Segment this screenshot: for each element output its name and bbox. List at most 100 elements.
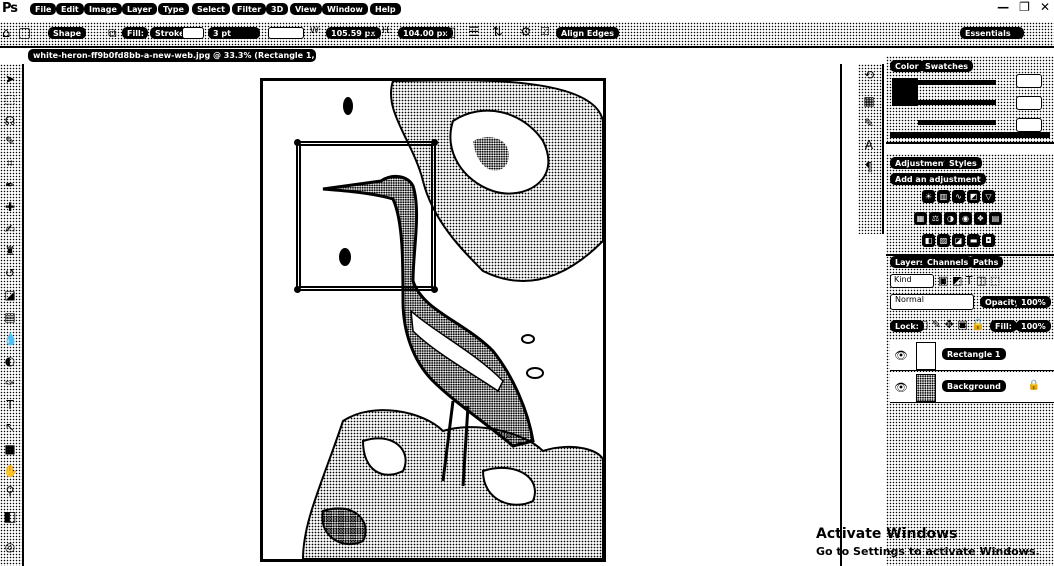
minimize-icon[interactable]: — bbox=[997, 0, 1009, 14]
green-value-field[interactable] bbox=[1016, 96, 1042, 110]
threshold-icon[interactable]: ◪ bbox=[952, 234, 965, 247]
layer-name[interactable]: Background bbox=[942, 380, 1006, 392]
green-slider[interactable] bbox=[918, 100, 996, 105]
healing-brush-tool-icon[interactable]: ✚ bbox=[3, 200, 17, 214]
menu-type[interactable]: Type bbox=[158, 3, 189, 15]
menu-view[interactable]: View bbox=[290, 3, 322, 15]
document-tab[interactable]: white-heron-ff9b0fd8bb-a-new-web.jpg @ 3… bbox=[28, 49, 328, 75]
color-ramp[interactable] bbox=[890, 132, 1050, 138]
tab-color[interactable]: Color bbox=[890, 60, 924, 72]
history-brush-tool-icon[interactable]: ↺ bbox=[3, 266, 17, 280]
gradient-map-icon[interactable]: ▬ bbox=[967, 234, 980, 247]
tab-styles[interactable]: Styles bbox=[944, 157, 982, 169]
tab-swatches[interactable]: Swatches bbox=[920, 60, 973, 72]
menu-window[interactable]: Window bbox=[322, 3, 368, 15]
gradient-tool-icon[interactable]: ▤ bbox=[3, 310, 17, 324]
blend-mode-dropdown[interactable]: Normal bbox=[890, 294, 974, 310]
invert-icon[interactable]: ◧ bbox=[922, 234, 935, 247]
exposure-icon[interactable]: ◩ bbox=[967, 190, 980, 203]
clone-stamp-tool-icon[interactable]: ♜ bbox=[3, 244, 17, 258]
link-icon[interactable]: ∞ bbox=[366, 25, 376, 39]
menu-help[interactable]: Help bbox=[370, 3, 401, 15]
eraser-tool-icon[interactable]: ◪ bbox=[3, 288, 17, 302]
layer-row-background[interactable]: 👁 Background 🔒 bbox=[890, 372, 1054, 403]
red-slider[interactable] bbox=[918, 80, 996, 85]
hue-saturation-icon[interactable]: ▦ bbox=[914, 212, 927, 225]
black-white-icon[interactable]: ◑ bbox=[944, 212, 957, 225]
marquee-tool-icon[interactable]: ⬚ bbox=[3, 92, 17, 106]
rectangle-shape-selection[interactable] bbox=[294, 139, 438, 293]
workspace-dropdown[interactable]: Essentials bbox=[960, 27, 1024, 39]
character-icon[interactable]: A bbox=[862, 138, 876, 152]
red-value-field[interactable] bbox=[1016, 74, 1042, 88]
brightness-icon[interactable]: ☀ bbox=[922, 190, 935, 203]
transform-handle[interactable] bbox=[294, 286, 301, 293]
foreground-color-swatch[interactable] bbox=[892, 78, 918, 106]
shape-mode-dropdown[interactable]: Shape bbox=[48, 27, 87, 39]
path-ops-icon[interactable]: ⧉ bbox=[108, 26, 117, 41]
quick-select-tool-icon[interactable]: ✎ bbox=[3, 134, 17, 148]
levels-icon[interactable]: ▥ bbox=[937, 190, 950, 203]
menu-filter[interactable]: Filter bbox=[232, 3, 267, 15]
menu-edit[interactable]: Edit bbox=[56, 3, 84, 15]
path-operations-icon[interactable]: ◫ bbox=[444, 25, 456, 40]
tab-channels[interactable]: Channels bbox=[922, 256, 974, 268]
rectangle-tool-icon[interactable]: ■ bbox=[3, 442, 17, 456]
align-edges-checkbox[interactable]: ☑ bbox=[540, 25, 550, 38]
visibility-eye-icon[interactable]: 👁 bbox=[894, 381, 908, 394]
blue-slider[interactable] bbox=[918, 120, 996, 125]
brush-settings-icon[interactable]: ✎ bbox=[862, 116, 876, 130]
stroke-type-dropdown[interactable] bbox=[268, 27, 304, 39]
blue-value-field[interactable] bbox=[1016, 118, 1042, 132]
hand-tool-icon[interactable]: ✋ bbox=[3, 464, 18, 478]
color-balance-icon[interactable]: ⚖ bbox=[929, 212, 942, 225]
crop-tool-icon[interactable]: ⌗ bbox=[3, 156, 17, 170]
visibility-eye-icon[interactable]: 👁 bbox=[894, 349, 908, 362]
type-tool-icon[interactable]: T bbox=[3, 398, 17, 412]
opacity-field[interactable]: 100% bbox=[1016, 296, 1051, 308]
selective-color-icon[interactable]: ◘ bbox=[982, 234, 995, 247]
menu-3d[interactable]: 3D bbox=[266, 3, 289, 15]
pen-tool-icon[interactable]: ✑ bbox=[3, 376, 17, 390]
close-icon[interactable]: ✕ bbox=[1040, 0, 1050, 14]
posterize-icon[interactable]: ▨ bbox=[937, 234, 950, 247]
dodge-tool-icon[interactable]: ◐ bbox=[3, 354, 17, 368]
brush-tool-icon[interactable]: ✍ bbox=[3, 222, 17, 236]
menu-image[interactable]: Image bbox=[84, 3, 122, 15]
vibrance-icon[interactable]: ▽ bbox=[982, 190, 995, 203]
eyedropper-tool-icon[interactable]: ✒ bbox=[3, 178, 17, 192]
filter-icons[interactable]: ▣ ◩ T ◫ ⬚ bbox=[938, 274, 1000, 287]
history-icon[interactable]: ⟲ bbox=[862, 68, 876, 82]
path-alignment-icon[interactable]: ☰ bbox=[468, 25, 480, 40]
home-icon[interactable]: ⌂ bbox=[2, 26, 10, 41]
fill-swatch[interactable]: Fill: bbox=[122, 27, 148, 39]
menu-file[interactable]: File bbox=[30, 3, 57, 15]
zoom-tool-icon[interactable]: ⚲ bbox=[3, 484, 17, 498]
stroke-width-field[interactable]: 3 pt bbox=[208, 27, 260, 39]
channel-mixer-icon[interactable]: ❖ bbox=[974, 212, 987, 225]
restore-icon[interactable]: ❐ bbox=[1019, 0, 1030, 14]
gear-icon[interactable]: ⚙ bbox=[520, 25, 532, 40]
menu-layer[interactable]: Layer bbox=[122, 3, 157, 15]
blur-tool-icon[interactable]: 💧 bbox=[3, 332, 18, 346]
menu-select[interactable]: Select bbox=[192, 3, 230, 15]
paragraph-icon[interactable]: ¶ bbox=[862, 160, 876, 174]
color-lookup-icon[interactable]: ▤ bbox=[989, 212, 1002, 225]
layer-row-rectangle-1[interactable]: 👁 Rectangle 1 bbox=[890, 340, 1054, 371]
properties-icon[interactable]: ▦ bbox=[862, 94, 876, 108]
rectangle-tool-icon[interactable]: ▢ bbox=[18, 25, 31, 41]
move-tool-icon[interactable]: ➤ bbox=[3, 72, 17, 86]
tab-paths[interactable]: Paths bbox=[968, 256, 1004, 268]
layer-name[interactable]: Rectangle 1 bbox=[942, 348, 1006, 360]
lock-icons[interactable]: ▢ ✎ ✥ ▣ 🔒 bbox=[918, 318, 985, 331]
curves-icon[interactable]: ∿ bbox=[952, 190, 965, 203]
stroke-swatch[interactable] bbox=[182, 27, 204, 39]
transform-handle[interactable] bbox=[294, 139, 301, 146]
filter-kind-dropdown[interactable]: Kind bbox=[890, 274, 934, 288]
transform-handle[interactable] bbox=[431, 139, 438, 146]
lasso-tool-icon[interactable]: ☊ bbox=[3, 114, 17, 128]
path-arrangement-icon[interactable]: ⇅ bbox=[492, 25, 503, 40]
transform-handle[interactable] bbox=[431, 286, 438, 293]
quick-mask-icon[interactable]: ◎ bbox=[3, 540, 17, 554]
color-swatches-icon[interactable]: ◧ bbox=[3, 510, 17, 524]
